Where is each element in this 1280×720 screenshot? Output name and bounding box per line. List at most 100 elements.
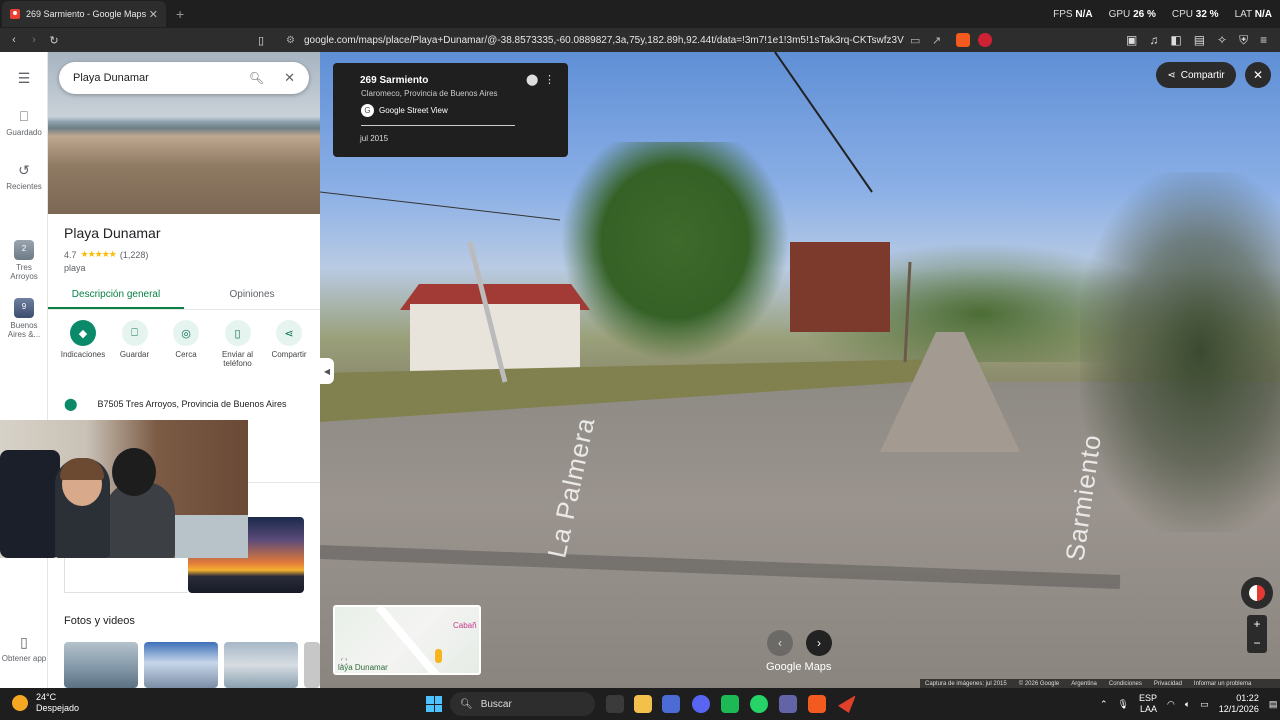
reload-icon[interactable]: ↻ [44,34,64,47]
clear-search-icon[interactable]: ✕ [284,70,295,86]
file-explorer-icon[interactable] [634,695,652,713]
photo-thumbnail[interactable] [144,642,218,688]
recent-place-buenos-aires[interactable]: 9 Buenos Aires &... [0,298,48,339]
search-input[interactable]: Playa Dunamar [73,72,249,84]
zoom-in-button[interactable]: + [1247,615,1267,634]
weather-widget[interactable]: 24°C Despejado [12,692,79,714]
recent-button[interactable]: ↺ Recientes [0,162,48,191]
teams-icon[interactable] [779,695,797,713]
clock[interactable]: 01:22 12/1/2026 [1219,693,1259,715]
place-tabs: Descripción general Opiniones [48,284,320,310]
report-problem-link[interactable]: Informar un problema [1194,681,1251,687]
street-view-share-button[interactable]: ⋖ Compartir [1156,62,1236,88]
close-tab-icon[interactable]: ✕ [149,8,158,21]
close-street-view-button[interactable]: ✕ [1245,62,1271,88]
attribution-copyright: © 2026 Google [1018,680,1060,687]
start-button[interactable] [426,696,442,712]
attribution-country[interactable]: Argentina [1071,681,1097,687]
wallet2-icon[interactable]: ▤ [1194,33,1205,47]
privacy-link[interactable]: Privacidad [1154,681,1182,687]
cast-icon[interactable]: ▭ [910,34,920,47]
recent-place-tres-arroyos[interactable]: 2 Tres Arroyos [0,240,48,281]
capture-date[interactable]: jul 2015 [360,134,388,143]
photo-thumbnail[interactable] [224,642,298,688]
store-icon[interactable] [662,695,680,713]
whatsapp-icon[interactable] [750,695,768,713]
chevron-up-icon[interactable]: ⌃ [1100,699,1108,710]
previous-image-button[interactable]: ‹ [767,630,793,656]
perf-gpu: GPU 26 % [1108,8,1156,20]
directions-button[interactable]: ◆ Indicaciones [58,320,108,368]
recent-place-label: Tres Arroyos [10,263,38,281]
nearby-button[interactable]: ◎ Cerca [161,320,211,368]
address-bar[interactable]: ▯ ⚙ google.com/maps/place/Playa+Dunamar/… [258,31,1005,49]
date: 12/1/2026 [1218,704,1259,714]
get-app-button[interactable]: ▯ Obtener app [0,634,48,663]
address-row[interactable]: ⬤ B7505 Tres Arroyos, Provincia de Bueno… [64,397,287,411]
microphone-icon[interactable]: 🎙︎ [1118,699,1129,710]
place-rating[interactable]: 4.7 ★★★★★ (1,228) [64,249,148,260]
brave-shields-icon[interactable] [956,33,970,47]
language-indicator[interactable]: ESP LAA [1139,693,1157,715]
wallet-icon[interactable]: ▣ [1126,33,1137,47]
url-text[interactable]: google.com/maps/place/Playa+Dunamar/@-38… [304,35,904,46]
photo-thumbnail[interactable] [304,642,320,688]
photo-thumbnail[interactable] [64,642,138,688]
sidebar-icon[interactable]: ◧ [1170,33,1181,47]
browser-tab[interactable]: 269 Sarmiento - Google Maps ✕ [2,1,166,27]
taskbar-search-placeholder: Buscar [480,698,512,710]
taskbar-search[interactable]: 🔍︎ Buscar [450,692,595,716]
battery-icon[interactable]: ▭ [1200,699,1209,710]
next-image-button[interactable]: › [806,630,832,656]
task-view-icon[interactable] [606,695,624,713]
expand-map-icon[interactable]: ⛶ [341,657,347,668]
zoom-out-button[interactable]: − [1247,634,1267,653]
site-info-icon[interactable]: ⚙ [286,35,295,46]
location-pin-icon[interactable]: ⬤ [526,73,538,86]
saved-button[interactable]: ⎕ Guardado [0,108,48,137]
vpn-icon[interactable]: ⛨ [1239,33,1248,48]
tab-overview[interactable]: Descripción general [48,284,184,309]
media-icon[interactable]: ♫ [1149,33,1158,47]
bookmark-icon[interactable]: ▯ [258,34,264,47]
notifications-icon[interactable]: ▤ [1269,699,1278,710]
back-icon[interactable]: ‹ [4,34,24,46]
share-icon: ⋖ [1167,69,1176,81]
perf-fps: FPS N/A [1053,8,1093,20]
new-tab-icon[interactable]: + [176,6,184,22]
brave-browser-icon[interactable] [808,695,826,713]
save-button[interactable]: ⎕ Guardar [110,320,160,368]
place-type[interactable]: playa [64,263,86,273]
review-count[interactable]: (1,228) [120,250,149,260]
menu-button[interactable]: ☰ [0,70,48,90]
pegman-icon[interactable] [435,649,442,663]
share-page-icon[interactable]: ↗ [932,34,941,47]
collapse-panel-button[interactable]: ◀ [320,358,334,384]
brave-rewards-icon[interactable] [978,33,992,47]
forward-icon[interactable]: › [24,34,44,46]
app-icon[interactable] [721,695,739,713]
wifi-icon[interactable]: ◠ [1167,699,1175,710]
minimap[interactable]: Cabañ laya Dunamar ⛶ [333,605,481,675]
info-card[interactable] [64,557,188,593]
menu-icon[interactable]: ≡ [1260,33,1267,47]
more-options-icon[interactable]: ⋮ [544,73,555,86]
tab-title: 269 Sarmiento - Google Maps [26,9,147,19]
leo-icon[interactable]: ✧ [1217,33,1227,47]
search-icon[interactable]: 🔍︎ [249,71,264,85]
send-to-phone-button[interactable]: ▯ Enviar al teléfono [213,320,263,368]
perf-cpu: CPU 32 % [1171,8,1219,20]
search-box[interactable]: Playa Dunamar 🔍︎ ✕ [59,62,309,94]
background-window [175,515,248,558]
share-button[interactable]: ⋖ Compartir [264,320,314,368]
recent-label: Recientes [6,182,42,191]
streaming-app-icon[interactable] [838,695,856,713]
discord-icon[interactable] [692,695,710,713]
terms-link[interactable]: Condiciones [1109,681,1142,687]
tab-reviews[interactable]: Opiniones [184,284,320,309]
perf-lat: LAT N/A [1234,8,1272,20]
directions-icon: ◆ [70,320,96,346]
bookmark-icon: ⎕ [19,108,29,124]
volume-icon[interactable]: 🔈︎ [1185,699,1190,710]
compass-button[interactable] [1241,577,1273,609]
